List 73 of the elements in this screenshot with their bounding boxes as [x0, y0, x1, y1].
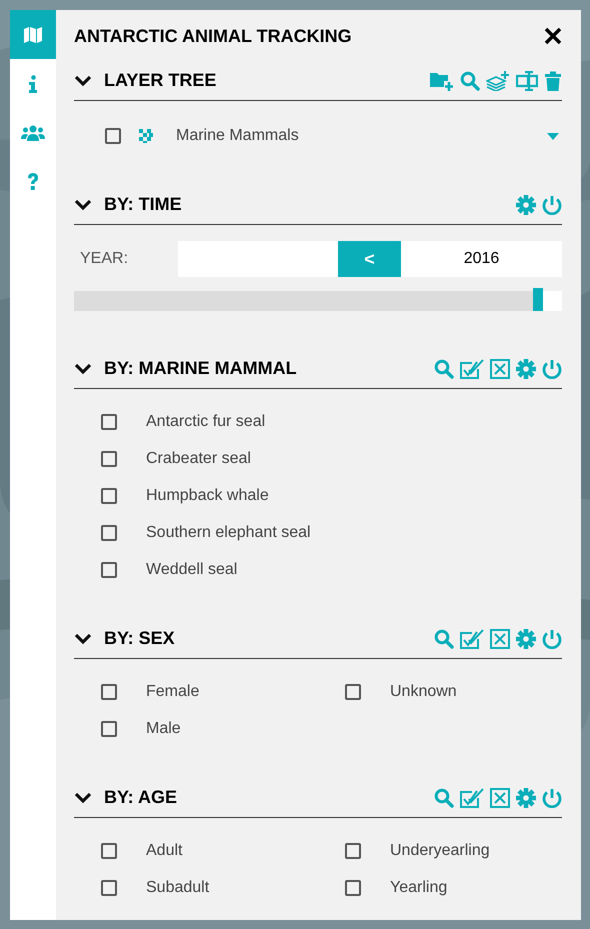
option-label: Crabeater seal	[146, 449, 251, 469]
checkbox[interactable]	[101, 488, 117, 504]
checkbox[interactable]	[345, 684, 361, 700]
x-square-icon[interactable]	[490, 788, 510, 808]
gear-icon[interactable]	[516, 788, 536, 808]
close-button[interactable]	[544, 27, 562, 45]
year-value: 2016	[462, 249, 500, 269]
checkbox[interactable]	[101, 721, 117, 737]
option-label: Female	[146, 682, 200, 702]
option-label: Male	[146, 719, 181, 739]
gear-icon[interactable]	[516, 628, 536, 648]
panel-title: ANTARCTIC ANIMAL TRACKING	[74, 24, 352, 48]
chevron-toggle[interactable]	[74, 198, 92, 210]
power-icon[interactable]	[542, 194, 562, 214]
section-title: LAYER TREE	[104, 69, 216, 92]
layer-name: Marine Mammals	[176, 126, 300, 146]
chevron-toggle[interactable]	[74, 632, 92, 644]
checkbox[interactable]	[101, 451, 117, 467]
trash-icon[interactable]	[544, 70, 562, 90]
option-label: Unknown	[390, 682, 457, 702]
text-cursor-icon[interactable]	[516, 70, 538, 90]
sidebar-tab[interactable]	[10, 10, 56, 59]
search-icon[interactable]	[460, 70, 480, 90]
power-icon[interactable]	[542, 628, 562, 648]
search-icon[interactable]	[434, 788, 454, 808]
gear-icon[interactable]	[516, 358, 536, 378]
layers-plus-icon[interactable]	[486, 70, 510, 90]
power-icon[interactable]	[542, 358, 562, 378]
info-icon	[29, 74, 37, 92]
option-label: Yearling	[390, 878, 448, 898]
option-label: Antarctic fur seal	[146, 412, 266, 432]
section-title: BY: AGE	[104, 786, 178, 809]
checkbox[interactable]	[101, 562, 117, 578]
section-title: BY: MARINE MAMMAL	[104, 357, 297, 380]
users-icon	[21, 124, 45, 140]
checkbox[interactable]	[101, 880, 117, 896]
option-label: Weddell seal	[146, 560, 238, 580]
option-label: Humpback whale	[146, 486, 269, 506]
x-square-icon[interactable]	[490, 358, 510, 378]
option-label: Adult	[146, 841, 182, 861]
year-field[interactable]: < 2016	[178, 241, 562, 277]
check-square-icon[interactable]	[460, 788, 484, 808]
section-title: BY: SEX	[104, 627, 175, 650]
caret-icon	[547, 132, 559, 140]
map-icon	[23, 26, 43, 44]
checker-icon	[139, 129, 153, 143]
checkbox[interactable]	[101, 525, 117, 541]
checkbox[interactable]	[345, 880, 361, 896]
search-icon[interactable]	[434, 628, 454, 648]
checkbox[interactable]	[105, 128, 121, 144]
section-title: BY: TIME	[104, 193, 182, 216]
dropdown-caret[interactable]	[547, 132, 559, 140]
x-square-icon[interactable]	[490, 628, 510, 648]
power-icon[interactable]	[542, 788, 562, 808]
checkbox[interactable]	[101, 414, 117, 430]
chevron-toggle[interactable]	[74, 362, 92, 374]
checkbox[interactable]	[101, 684, 117, 700]
slider-thumb[interactable]	[532, 288, 543, 311]
checkbox[interactable]	[101, 843, 117, 859]
help-icon	[27, 172, 39, 190]
chevron-toggle[interactable]	[74, 792, 92, 804]
option-label: Southern elephant seal	[146, 523, 311, 543]
gear-icon[interactable]	[516, 194, 536, 214]
check-square-icon[interactable]	[460, 358, 484, 378]
option-label: Underyearling	[390, 841, 490, 861]
year-label: YEAR:	[79, 249, 130, 269]
check-square-icon[interactable]	[460, 628, 484, 648]
chevron-toggle[interactable]	[74, 74, 92, 86]
checkbox[interactable]	[345, 843, 361, 859]
option-label: Subadult	[146, 878, 210, 898]
folder-plus-icon[interactable]	[430, 70, 454, 90]
close-icon	[544, 27, 562, 45]
search-icon[interactable]	[434, 358, 454, 378]
